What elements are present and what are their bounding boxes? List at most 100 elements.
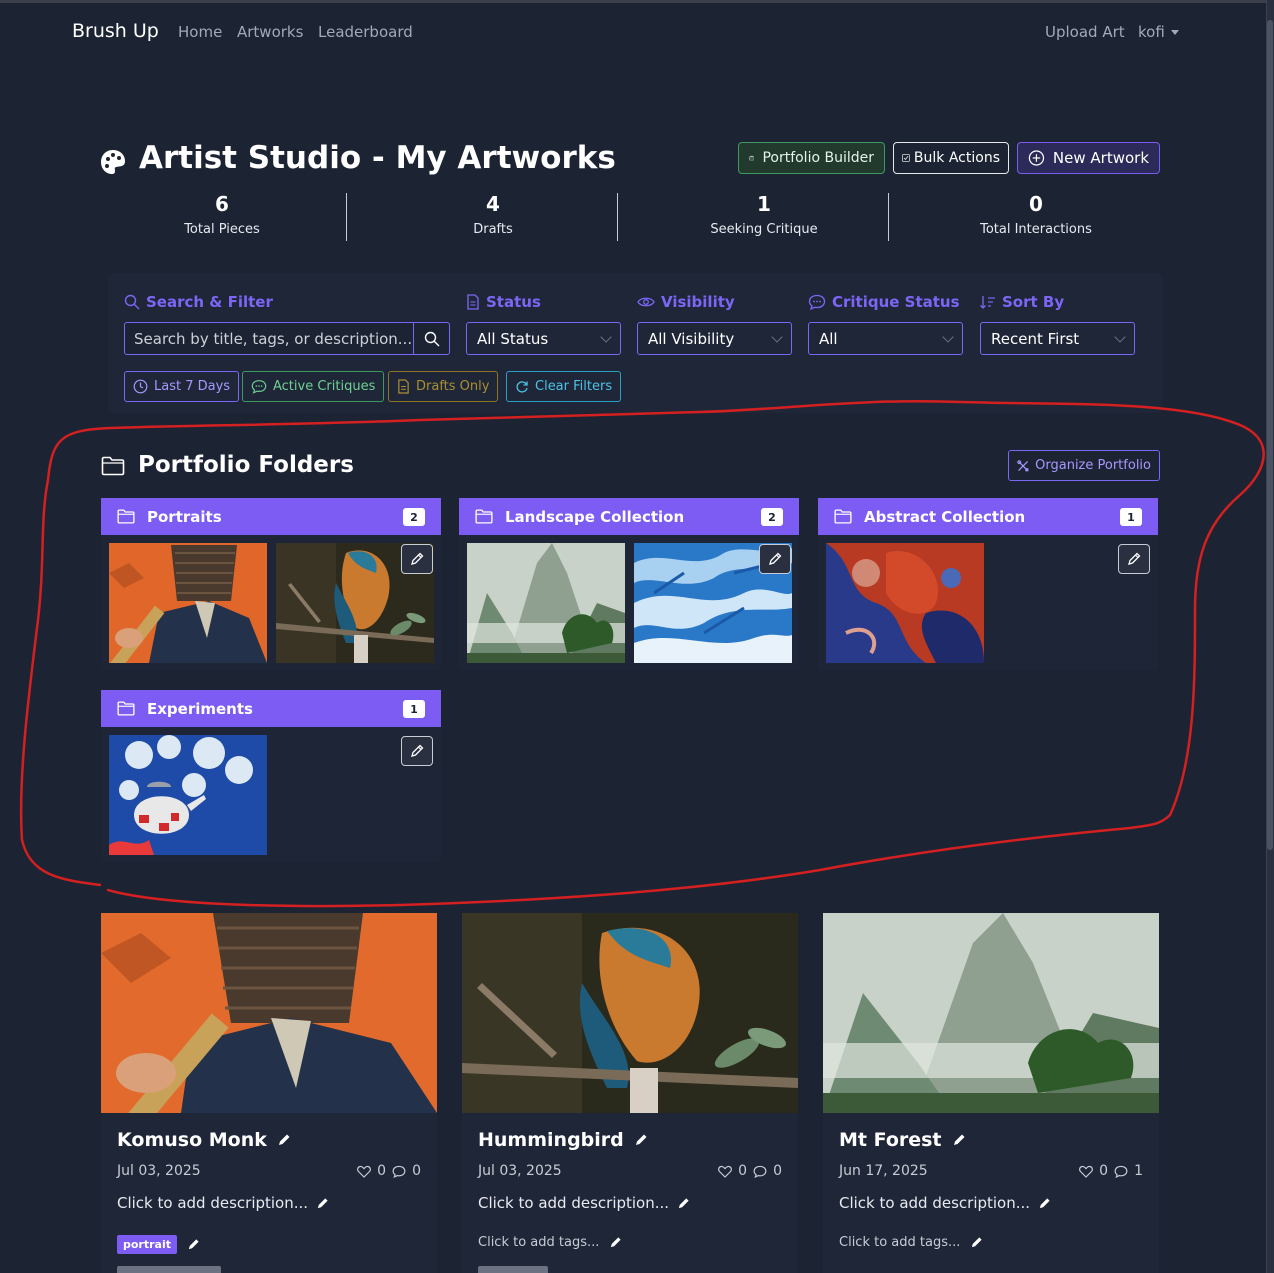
- clear-filters-chip[interactable]: Clear Filters: [506, 371, 622, 402]
- folder-landscape-collection[interactable]: Landscape Collection 2: [459, 498, 799, 670]
- comments-count: 0: [773, 1163, 782, 1179]
- folder-count-badge: 2: [761, 508, 783, 526]
- upload-art-link[interactable]: Upload Art: [1045, 23, 1125, 41]
- organize-portfolio-button[interactable]: Organize Portfolio: [1008, 450, 1160, 481]
- search-input[interactable]: [125, 323, 413, 354]
- chat-icon: [251, 380, 267, 394]
- bulk-actions-button[interactable]: Bulk Actions: [893, 142, 1009, 174]
- folder-header[interactable]: Experiments 1: [101, 690, 441, 727]
- chat-icon: [392, 1165, 406, 1178]
- tag-badge[interactable]: [117, 1266, 221, 1273]
- artwork-tags[interactable]: Click to add tags...: [839, 1235, 983, 1250]
- folder-portraits[interactable]: Portraits 2: [101, 498, 441, 670]
- status-label: Status: [466, 293, 541, 311]
- folder-body: [101, 727, 441, 862]
- page-scrollbar[interactable]: [1266, 0, 1274, 1273]
- stat-value: 1: [757, 192, 771, 216]
- edit-folder-button[interactable]: [401, 544, 433, 574]
- stat-total-interactions: 0 Total Interactions: [936, 192, 1136, 237]
- drafts-only-chip[interactable]: Drafts Only: [388, 371, 499, 402]
- edit-folder-button[interactable]: [401, 736, 433, 766]
- artwork-card[interactable]: Hummingbird Jul 03, 2025 0 0 Click to ad…: [462, 913, 798, 1273]
- drafts-only-label: Drafts Only: [416, 379, 490, 394]
- artwork-tags[interactable]: Click to add tags...: [478, 1235, 622, 1250]
- pencil-icon[interactable]: [187, 1238, 200, 1251]
- folder-header[interactable]: Abstract Collection 1: [818, 498, 1158, 535]
- sort-by-select[interactable]: Recent First: [980, 322, 1135, 355]
- artwork-image[interactable]: [462, 913, 798, 1113]
- search-button[interactable]: [413, 323, 449, 354]
- chat-icon: [1114, 1165, 1128, 1178]
- folder-header[interactable]: Landscape Collection 2: [459, 498, 799, 535]
- edit-folder-button[interactable]: [759, 544, 791, 574]
- folder-body: [818, 535, 1158, 670]
- artwork-title[interactable]: Komuso Monk: [117, 1129, 291, 1151]
- thumbnail-teapot[interactable]: [109, 735, 267, 855]
- artwork-title[interactable]: Mt Forest: [839, 1129, 966, 1151]
- artwork-image[interactable]: [101, 913, 437, 1113]
- stat-label: Total Interactions: [980, 222, 1092, 237]
- pencil-icon[interactable]: [634, 1133, 648, 1147]
- pencil-icon[interactable]: [970, 1236, 983, 1249]
- bulk-actions-label: Bulk Actions: [913, 150, 1000, 166]
- comments-count: 0: [412, 1163, 421, 1179]
- last-7-days-chip[interactable]: Last 7 Days: [124, 371, 240, 402]
- status-select[interactable]: All Status: [466, 322, 621, 355]
- folder-experiments[interactable]: Experiments 1: [101, 690, 441, 862]
- clear-filters-label: Clear Filters: [535, 379, 613, 394]
- artwork-card[interactable]: Komuso Monk Jul 03, 2025 0 0 Click to ad…: [101, 913, 437, 1273]
- artwork-description[interactable]: Click to add description...: [839, 1194, 1051, 1212]
- pencil-icon[interactable]: [952, 1133, 966, 1147]
- pencil-icon[interactable]: [277, 1133, 291, 1147]
- chevron-down-icon: [771, 330, 783, 343]
- artwork-image[interactable]: [823, 913, 1159, 1113]
- likes-count: 0: [377, 1163, 387, 1179]
- folder-icon: [475, 509, 493, 524]
- artwork-description[interactable]: Click to add description...: [478, 1194, 690, 1212]
- user-menu-toggle[interactable]: kofi: [1138, 23, 1179, 41]
- critique-status-label: Critique Status: [808, 293, 960, 311]
- sort-by-label: Sort By: [980, 293, 1064, 311]
- abstract-image: [826, 543, 984, 663]
- search-filter-label: Search & Filter: [124, 293, 273, 311]
- artwork-card[interactable]: Mt Forest Jun 17, 2025 0 1 Click to add …: [823, 913, 1159, 1273]
- critique-status-select[interactable]: All: [808, 322, 963, 355]
- tag-badge[interactable]: [478, 1266, 548, 1273]
- nav-home-link[interactable]: Home: [178, 23, 222, 41]
- sort-icon: [980, 296, 995, 309]
- stat-value: 4: [486, 192, 500, 216]
- pencil-icon[interactable]: [609, 1236, 622, 1249]
- nav-artworks-link[interactable]: Artworks: [237, 23, 303, 41]
- thumbnail-mt-forest[interactable]: [467, 543, 625, 663]
- folder-count-badge: 2: [403, 508, 425, 526]
- thumbnail-abstract[interactable]: [826, 543, 984, 663]
- status-select-value: All Status: [477, 329, 549, 348]
- artwork-title-text: Komuso Monk: [117, 1129, 267, 1151]
- chevron-down-icon: [1170, 30, 1179, 35]
- new-artwork-button[interactable]: New Artwork: [1017, 142, 1160, 174]
- folder-icon: [834, 509, 852, 524]
- scrollbar-thumb[interactable]: [1267, 20, 1273, 850]
- search-filter-text: Search & Filter: [146, 293, 273, 311]
- folder-header[interactable]: Portraits 2: [101, 498, 441, 535]
- heart-icon: [718, 1165, 733, 1178]
- mt-forest-image: [823, 913, 1159, 1113]
- brand-logo[interactable]: Brush Up: [72, 20, 159, 42]
- artwork-description[interactable]: Click to add description...: [117, 1194, 329, 1212]
- tag-badge[interactable]: portrait: [117, 1235, 177, 1254]
- active-critiques-chip[interactable]: Active Critiques: [242, 371, 385, 402]
- visibility-select[interactable]: All Visibility: [637, 322, 792, 355]
- sort-by-label-text: Sort By: [1002, 293, 1065, 311]
- folder-abstract-collection[interactable]: Abstract Collection 1: [818, 498, 1158, 670]
- comments-count: 1: [1134, 1163, 1143, 1179]
- palette-icon: [101, 150, 125, 174]
- edit-folder-button[interactable]: [1118, 544, 1150, 574]
- organize-portfolio-label: Organize Portfolio: [1035, 458, 1151, 473]
- portfolio-builder-button[interactable]: Portfolio Builder: [738, 142, 885, 174]
- artwork-title[interactable]: Hummingbird: [478, 1129, 648, 1151]
- nav-leaderboard-link[interactable]: Leaderboard: [318, 23, 413, 41]
- status-label-text: Status: [486, 293, 541, 311]
- artwork-tags[interactable]: portrait: [117, 1235, 200, 1254]
- thumbnail-komuso-monk[interactable]: [109, 543, 267, 663]
- chat-icon: [753, 1165, 767, 1178]
